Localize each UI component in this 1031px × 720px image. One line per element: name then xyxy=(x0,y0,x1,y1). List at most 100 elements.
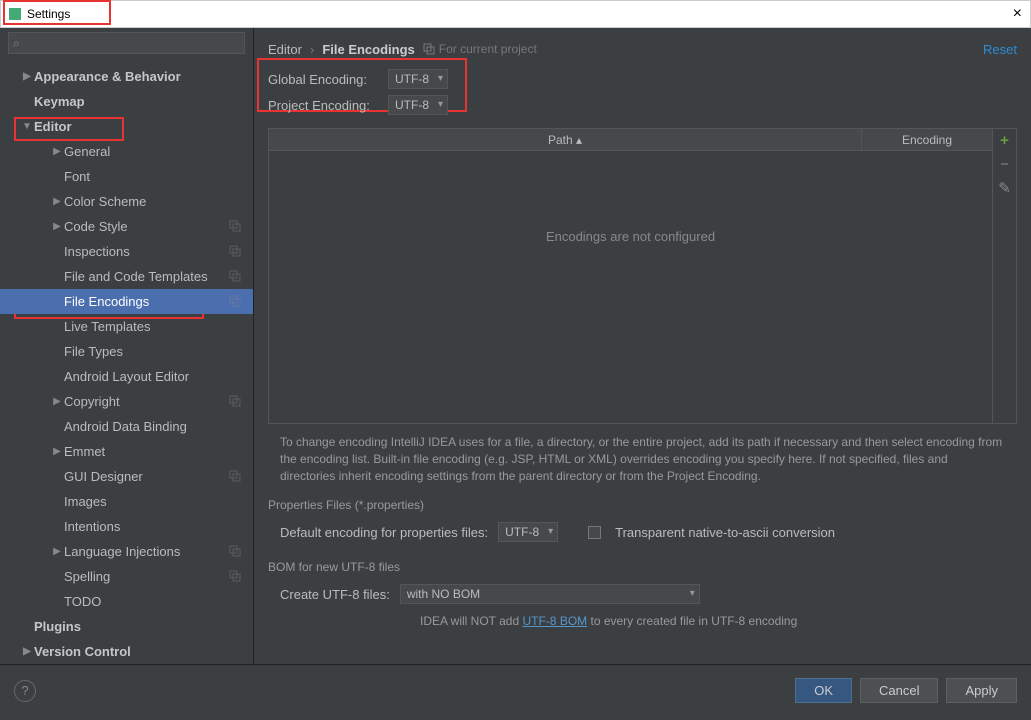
sidebar-item-file-and-code-templates[interactable]: File and Code Templates xyxy=(0,264,253,289)
window-title: Settings xyxy=(27,7,70,21)
chevron-icon: ▶ xyxy=(50,221,64,232)
sidebar-item-label: Keymap xyxy=(34,94,253,109)
chevron-icon: ▼ xyxy=(20,121,34,132)
copy-icon xyxy=(229,270,243,284)
chevron-icon: ▶ xyxy=(50,146,64,157)
global-encoding-dropdown[interactable]: UTF-8 xyxy=(388,69,448,89)
sidebar-item-label: Appearance & Behavior xyxy=(34,69,253,84)
sidebar-item-color-scheme[interactable]: ▶Color Scheme xyxy=(0,189,253,214)
sidebar-item-label: TODO xyxy=(64,594,253,609)
search-icon: ⌕ xyxy=(13,36,20,51)
sidebar-item-label: Copyright xyxy=(64,394,229,409)
table-col-path[interactable]: Path ▴ xyxy=(269,129,862,150)
table-empty-text: Encodings are not configured xyxy=(269,229,992,244)
sidebar-item-label: File and Code Templates xyxy=(64,269,229,284)
ok-button[interactable]: OK xyxy=(795,678,852,703)
close-icon[interactable]: × xyxy=(1013,5,1022,23)
help-button[interactable]: ? xyxy=(14,680,36,702)
sidebar-item-android-data-binding[interactable]: Android Data Binding xyxy=(0,414,253,439)
sidebar-item-label: Color Scheme xyxy=(64,194,253,209)
sidebar-item-file-encodings[interactable]: File Encodings xyxy=(0,289,253,314)
project-encoding-dropdown[interactable]: UTF-8 xyxy=(388,95,448,115)
props-encoding-label: Default encoding for properties files: xyxy=(280,525,488,540)
sidebar-item-spelling[interactable]: Spelling xyxy=(0,564,253,589)
bom-hint: IDEA will NOT add UTF-8 BOM to every cre… xyxy=(394,610,1031,628)
sidebar-item-todo[interactable]: TODO xyxy=(0,589,253,614)
search-wrap: ⌕ xyxy=(0,28,253,58)
sidebar-item-language-injections[interactable]: ▶Language Injections xyxy=(0,539,253,564)
bom-label: Create UTF-8 files: xyxy=(280,587,390,602)
sidebar-item-label: GUI Designer xyxy=(64,469,229,484)
breadcrumb-page: File Encodings xyxy=(322,42,414,57)
copy-icon xyxy=(229,545,243,559)
chevron-icon: ▶ xyxy=(50,546,64,557)
copy-icon xyxy=(423,43,435,55)
remove-icon[interactable]: − xyxy=(997,157,1013,173)
sidebar-item-copyright[interactable]: ▶Copyright xyxy=(0,389,253,414)
bom-section-title: BOM for new UTF-8 files xyxy=(254,556,1031,578)
settings-tree: ▶Appearance & BehaviorKeymap▼Editor▶Gene… xyxy=(0,58,253,664)
sidebar: ⌕ ▶Appearance & BehaviorKeymap▼Editor▶Ge… xyxy=(0,28,254,664)
sidebar-item-font[interactable]: Font xyxy=(0,164,253,189)
chevron-icon: ▶ xyxy=(20,71,34,82)
sidebar-item-intentions[interactable]: Intentions xyxy=(0,514,253,539)
properties-section-title: Properties Files (*.properties) xyxy=(254,494,1031,516)
sidebar-item-label: Plugins xyxy=(34,619,253,634)
search-input[interactable] xyxy=(8,32,245,54)
app-icon xyxy=(9,8,21,20)
sidebar-item-label: General xyxy=(64,144,253,159)
add-icon[interactable]: + xyxy=(997,133,1013,149)
sidebar-item-general[interactable]: ▶General xyxy=(0,139,253,164)
bom-dropdown[interactable]: with NO BOM xyxy=(400,584,700,604)
sidebar-item-file-types[interactable]: File Types xyxy=(0,339,253,364)
props-encoding-dropdown[interactable]: UTF-8 xyxy=(498,522,558,542)
table-toolbar: + − ✎ xyxy=(992,129,1016,423)
global-encoding-label: Global Encoding: xyxy=(268,72,378,87)
sidebar-item-label: Font xyxy=(64,169,253,184)
sidebar-item-label: Android Layout Editor xyxy=(64,369,253,384)
project-hint: For current project xyxy=(423,42,537,56)
copy-icon xyxy=(229,395,243,409)
sidebar-item-version-control[interactable]: ▶Version Control xyxy=(0,639,253,664)
sidebar-item-appearance-behavior[interactable]: ▶Appearance & Behavior xyxy=(0,64,253,89)
breadcrumb-sep: › xyxy=(310,42,314,57)
sidebar-item-images[interactable]: Images xyxy=(0,489,253,514)
apply-button[interactable]: Apply xyxy=(946,678,1017,703)
sidebar-item-gui-designer[interactable]: GUI Designer xyxy=(0,464,253,489)
encoding-table: Path ▴ Encoding Encodings are not config… xyxy=(268,128,1017,424)
table-col-encoding[interactable]: Encoding xyxy=(862,129,992,150)
title-bar: Settings × xyxy=(0,0,1031,28)
sidebar-item-inspections[interactable]: Inspections xyxy=(0,239,253,264)
sidebar-item-editor[interactable]: ▼Editor xyxy=(0,114,253,139)
bom-link[interactable]: UTF-8 BOM xyxy=(522,614,587,628)
project-encoding-label: Project Encoding: xyxy=(268,98,378,113)
chevron-icon: ▶ xyxy=(50,446,64,457)
sidebar-item-live-templates[interactable]: Live Templates xyxy=(0,314,253,339)
copy-icon xyxy=(229,570,243,584)
sidebar-item-label: Images xyxy=(64,494,253,509)
footer: ? OK Cancel Apply xyxy=(0,664,1031,716)
reset-link[interactable]: Reset xyxy=(983,42,1017,57)
native-ascii-checkbox[interactable] xyxy=(588,526,601,539)
sidebar-item-code-style[interactable]: ▶Code Style xyxy=(0,214,253,239)
content-pane: Editor › File Encodings For current proj… xyxy=(254,28,1031,664)
breadcrumb-root[interactable]: Editor xyxy=(268,42,302,57)
sidebar-item-label: File Types xyxy=(64,344,253,359)
sidebar-item-plugins[interactable]: Plugins xyxy=(0,614,253,639)
sidebar-item-label: Android Data Binding xyxy=(64,419,253,434)
help-text: To change encoding IntelliJ IDEA uses fo… xyxy=(254,424,1031,494)
sidebar-item-label: Editor xyxy=(34,119,253,134)
copy-icon xyxy=(229,295,243,309)
sidebar-item-android-layout-editor[interactable]: Android Layout Editor xyxy=(0,364,253,389)
cancel-button[interactable]: Cancel xyxy=(860,678,938,703)
sidebar-item-label: Version Control xyxy=(34,644,253,659)
sidebar-item-emmet[interactable]: ▶Emmet xyxy=(0,439,253,464)
sidebar-item-label: Emmet xyxy=(64,444,253,459)
sidebar-item-label: File Encodings xyxy=(64,294,229,309)
chevron-icon: ▶ xyxy=(50,396,64,407)
edit-icon[interactable]: ✎ xyxy=(997,181,1013,197)
sidebar-item-label: Code Style xyxy=(64,219,229,234)
sidebar-item-label: Spelling xyxy=(64,569,229,584)
sidebar-item-keymap[interactable]: Keymap xyxy=(0,89,253,114)
copy-icon xyxy=(229,220,243,234)
